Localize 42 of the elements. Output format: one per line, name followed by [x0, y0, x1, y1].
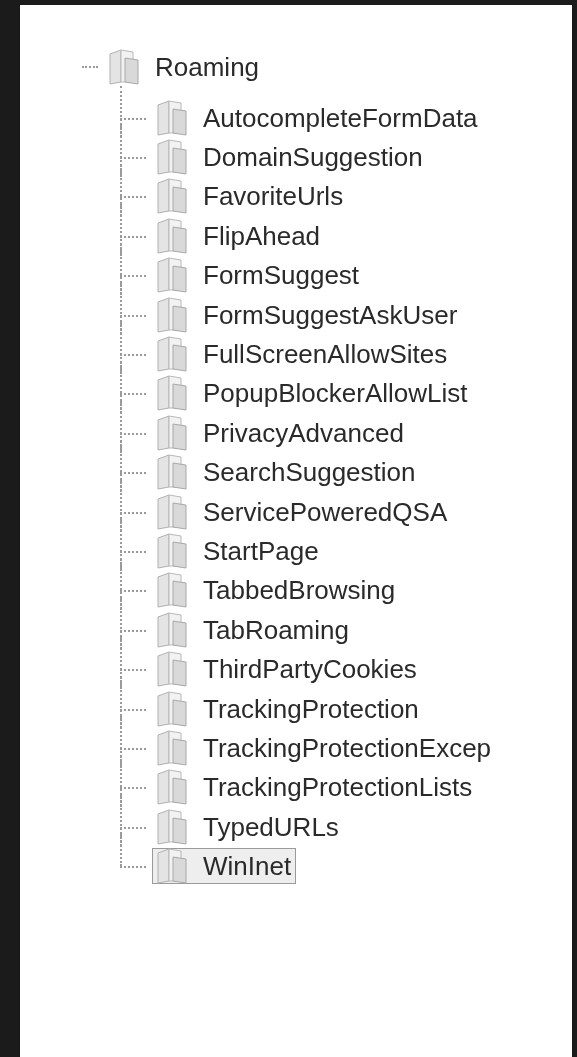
folder-icon: [155, 768, 189, 807]
folder-label[interactable]: WinInet: [152, 848, 297, 885]
folder-icon: [155, 847, 189, 886]
folder-label[interactable]: FormSuggestAskUser: [152, 296, 463, 333]
folder-label[interactable]: StartPage: [152, 533, 324, 569]
folder-label[interactable]: FlipAhead: [152, 217, 326, 254]
folder-label[interactable]: TrackingProtection: [152, 690, 424, 727]
folder-label[interactable]: ThirdPartyCookies: [152, 651, 422, 688]
folder-label[interactable]: TypedURLs: [152, 808, 344, 845]
folder-label[interactable]: PrivacyAdvanced: [152, 414, 409, 451]
folder-label[interactable]: PopupBlockerAllowList: [152, 375, 473, 412]
folder-icon: [155, 807, 189, 846]
folder-icon: [155, 453, 189, 492]
folder-label[interactable]: FormSuggest: [152, 257, 365, 294]
folder-label[interactable]: TabbedBrowsing: [152, 572, 401, 609]
folder-icon: [155, 216, 189, 255]
folder-icon: [155, 98, 189, 137]
folder-icon: [155, 256, 189, 295]
folder-icon: [155, 689, 189, 728]
folder-icon: [155, 413, 189, 452]
folder-label[interactable]: DomainSuggestion: [152, 139, 428, 176]
folder-icon: [155, 295, 189, 334]
folder-icon: [155, 610, 189, 649]
folder-label[interactable]: SearchSuggestion: [152, 454, 421, 491]
folder-icon: [155, 335, 189, 374]
folder-label[interactable]: Roaming: [104, 49, 265, 85]
folder-icon: [155, 728, 189, 767]
folder-label[interactable]: AutocompleteFormData: [152, 99, 483, 136]
folder-icon: [155, 571, 189, 610]
folder-label[interactable]: ServicePoweredQSA: [152, 493, 453, 530]
folder-icon: [155, 374, 189, 413]
folder-icon: [155, 138, 189, 177]
folder-label[interactable]: TrackingProtectionLists: [152, 769, 478, 806]
folder-label[interactable]: FavoriteUrls: [152, 178, 349, 215]
folder-label[interactable]: TrackingProtectionExcep: [152, 729, 497, 766]
folder-icon: [155, 650, 189, 689]
folder-icon: [155, 492, 189, 531]
folder-label[interactable]: FullScreenAllowSites: [152, 336, 453, 373]
folder-icon: [155, 177, 189, 216]
folder-label[interactable]: TabRoaming: [152, 611, 354, 648]
folder-icon: [155, 532, 189, 570]
folder-icon: [107, 48, 141, 86]
